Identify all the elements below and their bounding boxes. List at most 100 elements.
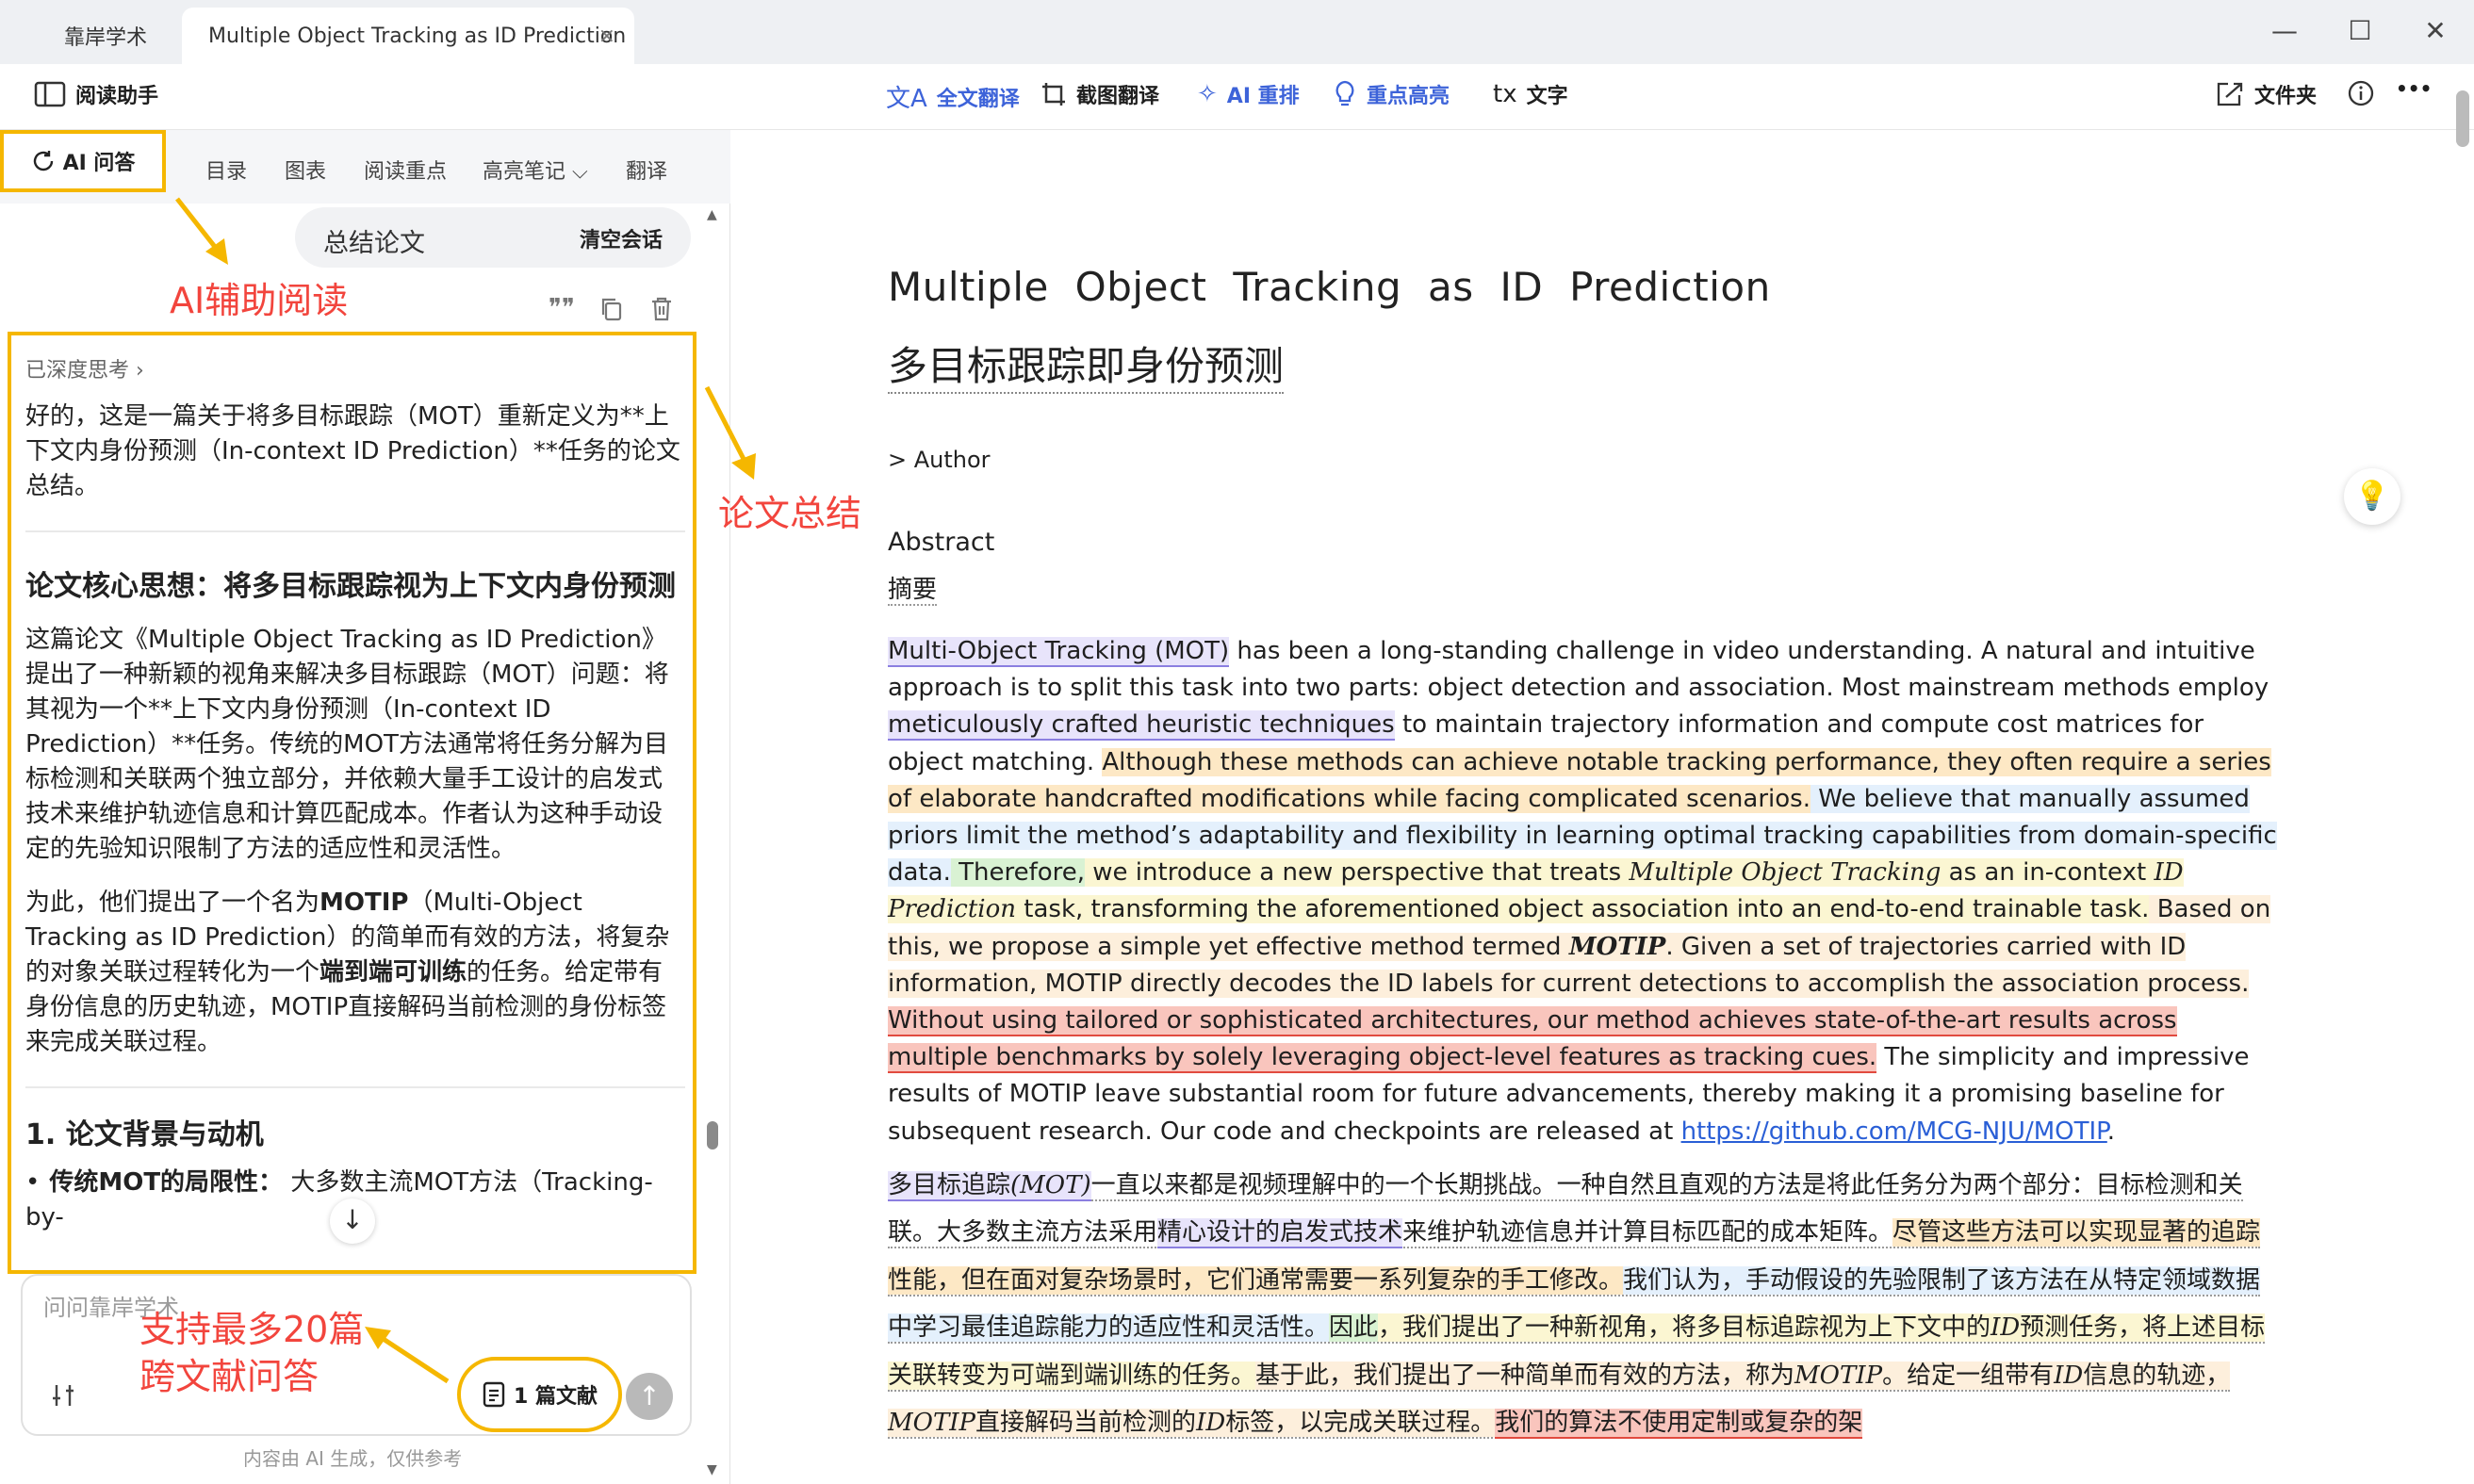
highlight-term[interactable]: 精心设计的启发式技术 [1157, 1218, 1403, 1249]
ai-bulb-button[interactable]: 💡 [2344, 468, 2400, 525]
copy-icon[interactable] [599, 296, 624, 322]
summary-highlight-box [8, 332, 696, 1274]
send-button[interactable]: ↑ [626, 1373, 673, 1420]
text-icon: tx [1493, 80, 1517, 108]
ai-rearrange-button[interactable]: ✧ AI 重排 [1197, 79, 1300, 109]
quote-icon[interactable]: ❞❞ [549, 294, 575, 322]
text: . [2106, 1117, 2116, 1146]
screenshot-translate-button[interactable]: 截图翻译 [1040, 79, 1159, 109]
document-view: Multiple Object Tracking as ID Predictio… [888, 264, 2283, 1447]
text: task, transforming the aforementioned ob… [1016, 895, 2150, 924]
text-italic: (MOT) [1010, 1170, 1091, 1199]
text: we introduce a new perspective that trea… [1085, 858, 1630, 888]
github-link[interactable]: https://github.com/MCG-NJU/MOTIP [1681, 1117, 2107, 1146]
text: 多目标追踪 [888, 1170, 1011, 1199]
highlight-term[interactable]: 多目标追踪(MOT) [888, 1170, 1091, 1201]
tab-label: 靠岸学术 [64, 26, 148, 50]
document-scrollbar[interactable] [2456, 90, 2469, 147]
annotation-arrow-icon [175, 197, 228, 265]
text-bold: MOTIP [1568, 932, 1666, 961]
tab-highlight-notes[interactable]: 高亮笔记 ⌵ [483, 155, 588, 185]
tab-ai-qa[interactable]: AI 问答 [0, 130, 166, 192]
folder-button[interactable]: 文件夹 [2215, 79, 2317, 109]
clear-session-button[interactable]: 清空会话 [580, 223, 664, 253]
text-italic: ID [1196, 1409, 1226, 1438]
text: 信息的轨迹， [2083, 1361, 2231, 1390]
scroll-down-arrow-icon: ▼ [707, 1462, 717, 1477]
text-italic: MOTIP [888, 1409, 976, 1438]
text: 直接解码当前检测的 [975, 1409, 1197, 1438]
document-count-label: 1 篇文献 [514, 1385, 598, 1409]
highlight-sentence[interactable]: 我们的算法不使用定制或复杂的架 [1495, 1409, 1863, 1440]
tab-ai-qa-label: AI 问答 [62, 152, 136, 175]
annotation-line: 支持最多20篇 [139, 1309, 365, 1350]
doc-title-translation: 多目标跟踪即身份预测 [888, 334, 1285, 394]
maximize-button[interactable]: ☐ [2341, 15, 2379, 46]
full-translate-button[interactable]: 文A 全文翻译 [886, 79, 1020, 114]
text: ，我们提出了一种新视角，将多目标追踪视为上下文中的 [1378, 1313, 1991, 1343]
reading-assistant-label: 阅读助手 [75, 85, 159, 108]
crop-icon [1042, 83, 1065, 106]
tab-figures[interactable]: 图表 [285, 155, 326, 185]
scroll-up-arrow-icon: ▲ [707, 207, 717, 222]
reading-assistant-button[interactable]: 阅读助手 [34, 79, 158, 109]
author-toggle[interactable]: > Author [888, 447, 2283, 473]
translate-icon: 文A [886, 85, 927, 113]
text: 摘要 [888, 576, 938, 606]
highlight-label: 重点高亮 [1367, 85, 1450, 108]
more-icon: ••• [2396, 77, 2433, 100]
text-label: 文字 [1526, 85, 1568, 108]
bulb-icon [1335, 80, 1354, 106]
text-italic: Multiple Object Tracking [1629, 858, 1942, 888]
text: results [2007, 1006, 2090, 1036]
minimize-button[interactable]: — [2266, 15, 2303, 46]
text-italic: ID [1991, 1313, 2021, 1343]
text-button[interactable]: tx 文字 [1493, 79, 1568, 109]
close-window-button[interactable]: ✕ [2417, 15, 2454, 46]
text-italic: MOTIP [1794, 1361, 1883, 1390]
highlight-term[interactable]: Multi-Object Tracking (MOT) [888, 637, 1230, 667]
info-button[interactable] [2347, 79, 2375, 107]
tab-translate[interactable]: 翻译 [626, 155, 667, 185]
annotation-summary: 论文总结 [718, 493, 862, 534]
assistant-tabs: AI 问答 目录 图表 阅读重点 高亮笔记 ⌵ 翻译 [0, 130, 730, 204]
arrow-up-icon: ↑ [638, 1380, 661, 1411]
doc-title: Multiple Object Tracking as ID Predictio… [888, 264, 1771, 310]
highlight-button[interactable]: 重点高亮 [1333, 79, 1450, 109]
text: 来维护轨迹信息并计算目标匹配的成本矩阵。 [1402, 1218, 1893, 1248]
annotation-line: 跨文献问答 [139, 1356, 319, 1397]
more-button[interactable]: ••• [2396, 77, 2432, 100]
text: 标签，以完成关联过程。 [1225, 1409, 1496, 1438]
abstract-heading-translation: 摘要 [888, 570, 938, 606]
text: 。给定一组带有 [1882, 1361, 2055, 1390]
highlight-term[interactable]: 因此 [1329, 1313, 1379, 1343]
tab-kaoan[interactable]: 靠岸学术 [26, 8, 182, 64]
text: 多目标追踪(MOT)一直以来都是视频理解中的一个长期挑战。一种自然且直观的方法是… [888, 1170, 2266, 1440]
tab-close-icon[interactable]: × [598, 24, 615, 48]
annotation-arrow-icon [704, 385, 756, 480]
full-translate-label: 全文翻译 [936, 87, 1020, 111]
chevron-down-icon: ⌵ [572, 160, 588, 184]
tab-toc[interactable]: 目录 [205, 155, 247, 185]
bulb-plus-icon: 💡 [2354, 480, 2390, 513]
text-italic: ID [2054, 1361, 2084, 1390]
scroll-thumb[interactable] [707, 1121, 718, 1150]
highlight-term[interactable]: meticulously crafted heuristic technique… [888, 710, 1395, 742]
tab-paper[interactable]: Multiple Object Tracking as ID Predictio… [182, 8, 634, 64]
tab-key-points[interactable]: 阅读重点 [364, 155, 447, 185]
document-count-button[interactable]: 1 篇文献 [457, 1357, 622, 1432]
toolbar: 阅读助手 文A 全文翻译 截图翻译 ✧ AI 重排 重点高亮 tx 文字 文件夹… [0, 64, 2474, 130]
trash-icon[interactable] [650, 296, 673, 322]
text: tracking cues. [1703, 1043, 1877, 1072]
tab-label: Multiple Object Tracking as ID Predictio… [208, 24, 627, 48]
text: Without using tailored or sophisticated … [888, 1006, 1814, 1036]
settings-sliders-icon[interactable] [49, 1381, 77, 1410]
summary-chip-label: 总结论文 [323, 229, 425, 258]
highlight-term[interactable]: Therefore, [950, 858, 1086, 888]
annotation-arrow-icon [365, 1327, 450, 1384]
text: 基于此，我们提出了一种简单而有效的方法，称为 [1255, 1361, 1795, 1390]
text: state-of-the-art [1813, 1006, 2001, 1036]
sparkle-icon: ✧ [1197, 80, 1218, 108]
abstract-heading: Abstract [888, 528, 995, 557]
annotation-ai-reading: AI辅助阅读 [170, 280, 349, 321]
